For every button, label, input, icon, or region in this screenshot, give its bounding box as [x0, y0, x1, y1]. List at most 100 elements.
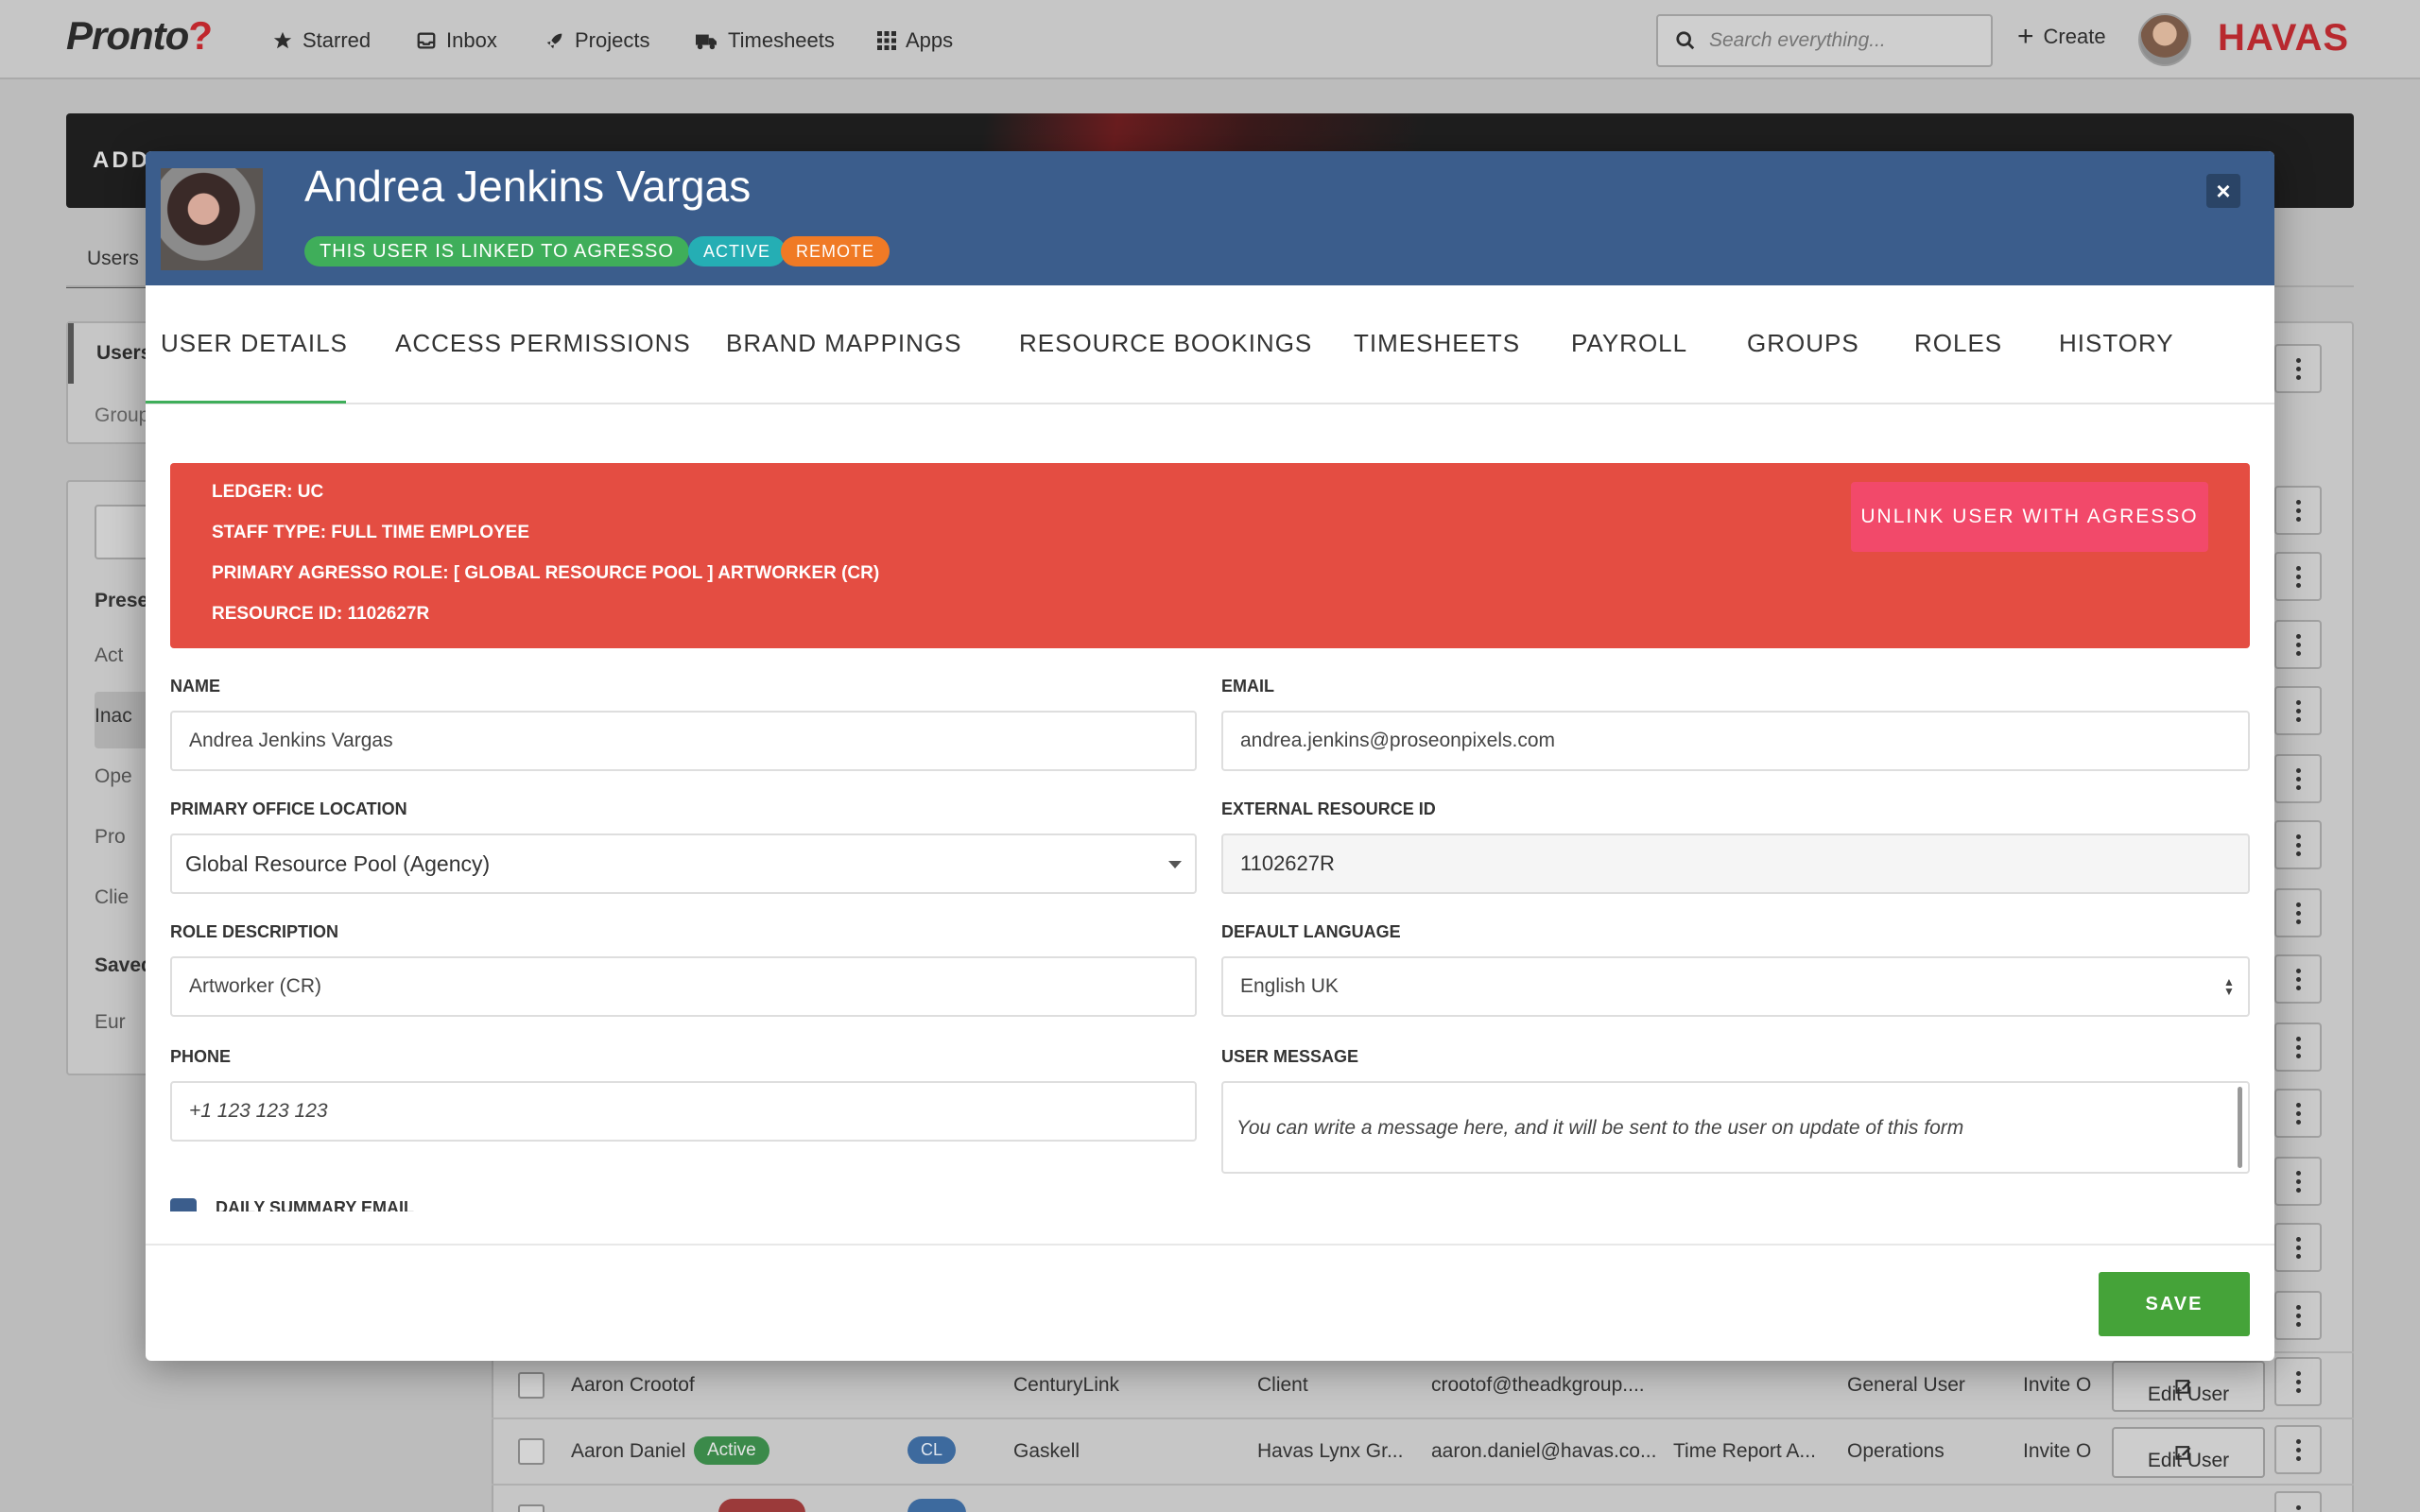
saved-heading: Saved: [95, 954, 153, 976]
saved-filter-item[interactable]: Eur: [95, 1011, 126, 1034]
top-navigation: Pronto? Starred Inbox Projects Timesheet…: [0, 0, 2420, 79]
filter-item[interactable]: Ope: [95, 765, 132, 788]
nav-apps-label: Apps: [906, 28, 954, 52]
row-checkbox[interactable]: [518, 1438, 544, 1465]
tab-user-details[interactable]: USER DETAILS: [161, 329, 348, 358]
save-button[interactable]: SAVE: [2099, 1272, 2250, 1336]
grid-icon: [877, 31, 896, 50]
row-checkbox[interactable]: [518, 1504, 544, 1512]
user-role: Operations: [1847, 1440, 1945, 1462]
table-row[interactable]: Aaron Daniel Active CL Gaskell Havas Lyn…: [492, 1418, 2354, 1484]
edit-user-button[interactable]: Edit User: [2112, 1427, 2265, 1478]
user-type: Havas Lynx Gr...: [1257, 1440, 1404, 1462]
nav-projects-label: Projects: [575, 28, 650, 52]
more-icon[interactable]: [2274, 820, 2322, 869]
nav-starred-label: Starred: [302, 28, 372, 52]
status-badge: [718, 1499, 805, 1512]
tab-groups[interactable]: GROUPS: [1747, 329, 1859, 358]
tab-roles[interactable]: ROLES: [1914, 329, 2002, 358]
ledger-text: LEDGER: UC: [212, 482, 324, 502]
user-avatar[interactable]: [2138, 13, 2191, 66]
star-icon: [273, 31, 292, 49]
inbox-icon: [417, 32, 436, 49]
search-input[interactable]: [1709, 29, 1974, 52]
tab-resource-bookings[interactable]: RESOURCE BOOKINGS: [1019, 329, 1312, 358]
rocket-icon: [546, 33, 562, 49]
brand-code-badge: CL: [908, 1436, 957, 1464]
language-select[interactable]: English UK ▲ ▼: [1221, 956, 2250, 1017]
modal-tabs: USER DETAILS ACCESS PERMISSIONS BRAND MA…: [146, 285, 2274, 404]
company: CenturyLink: [1013, 1374, 1120, 1396]
nav-projects[interactable]: Projects: [544, 25, 649, 57]
tab-timesheets[interactable]: TIMESHEETS: [1354, 329, 1520, 358]
filter-item[interactable]: Inac: [95, 705, 132, 728]
banner-title: ADD: [93, 147, 150, 173]
plus-icon: +: [2017, 21, 2034, 52]
office-location-select[interactable]: Global Resource Pool (Agency): [170, 833, 1197, 894]
office-location-label: PRIMARY OFFICE LOCATION: [170, 799, 407, 818]
nav-apps[interactable]: Apps: [877, 25, 953, 57]
language-value: English UK: [1240, 975, 1339, 997]
edit-user-label: Edit User: [2147, 1383, 2230, 1405]
phone-field[interactable]: +1 123 123 123: [170, 1081, 1197, 1142]
more-icon[interactable]: [2274, 754, 2322, 803]
tab-access-permissions[interactable]: ACCESS PERMISSIONS: [395, 329, 691, 358]
sidebar-item-groups[interactable]: Group: [95, 404, 149, 427]
daily-summary-checkbox[interactable]: [170, 1198, 197, 1211]
user-email: crootof@theadkgroup....: [1431, 1374, 1645, 1396]
more-icon[interactable]: [2274, 620, 2322, 669]
email-field[interactable]: andrea.jenkins@proseonpixels.com: [1221, 711, 2250, 771]
row-checkbox[interactable]: [518, 1372, 544, 1399]
filter-item[interactable]: Act: [95, 644, 123, 667]
search-icon: [1676, 31, 1695, 50]
nav-inbox[interactable]: Inbox: [416, 25, 497, 57]
email-label: EMAIL: [1221, 677, 1274, 696]
nav-starred[interactable]: Starred: [272, 25, 371, 57]
table-row[interactable]: [492, 1484, 2354, 1512]
more-icon[interactable]: [2274, 1291, 2322, 1340]
scrollbar[interactable]: [2238, 1087, 2242, 1168]
more-icon[interactable]: [2274, 1089, 2322, 1138]
more-icon[interactable]: [2274, 1157, 2322, 1206]
user-role: General User: [1847, 1374, 1965, 1396]
global-search[interactable]: [1656, 14, 1993, 67]
more-icon[interactable]: [2274, 1223, 2322, 1272]
more-icon[interactable]: [2274, 954, 2322, 1004]
create-button[interactable]: + Create: [2017, 21, 2106, 52]
report-group: Time Report A...: [1673, 1440, 1816, 1462]
tab-brand-mappings[interactable]: BRAND MAPPINGS: [726, 329, 962, 358]
phone-label: PHONE: [170, 1047, 232, 1066]
more-icon[interactable]: [2274, 344, 2322, 393]
invite-status: Invite O: [2023, 1374, 2092, 1396]
havas-logo: HAVAS: [2218, 17, 2350, 59]
table-row[interactable]: Aaron Crootof CenturyLink Client crootof…: [492, 1351, 2354, 1418]
pronto-logo[interactable]: Pronto?: [66, 13, 213, 59]
nav-timesheets[interactable]: Timesheets: [694, 25, 835, 57]
name-label: NAME: [170, 677, 220, 696]
filter-item[interactable]: Pro: [95, 826, 126, 849]
more-icon[interactable]: [2274, 486, 2322, 535]
close-icon[interactable]: ×: [2206, 174, 2240, 208]
more-icon[interactable]: [2274, 1022, 2322, 1072]
sort-arrows-icon: ▲ ▼: [2223, 975, 2235, 998]
tab-payroll[interactable]: PAYROLL: [1571, 329, 1687, 358]
more-icon[interactable]: [2274, 888, 2322, 937]
primary-role-text: PRIMARY AGRESSO ROLE: [ GLOBAL RESOURCE …: [212, 563, 880, 583]
more-icon[interactable]: [2274, 686, 2322, 735]
filter-item[interactable]: Clie: [95, 886, 129, 909]
more-icon[interactable]: [2274, 552, 2322, 601]
role-description-field[interactable]: Artworker (CR): [170, 956, 1197, 1017]
modal-title: Andrea Jenkins Vargas: [304, 162, 752, 211]
nav-inbox-label: Inbox: [446, 28, 497, 52]
agresso-linked-badge: THIS USER IS LINKED TO AGRESSO: [304, 236, 689, 266]
edit-user-button[interactable]: Edit User: [2112, 1361, 2265, 1412]
name-field[interactable]: Andrea Jenkins Vargas: [170, 711, 1197, 771]
tab-history[interactable]: HISTORY: [2059, 329, 2174, 358]
user-type: Client: [1257, 1374, 1308, 1396]
modal-footer-divider: [146, 1244, 2274, 1246]
role-description-label: ROLE DESCRIPTION: [170, 922, 339, 941]
external-id-field[interactable]: 1102627R: [1221, 833, 2250, 894]
company: Gaskell: [1013, 1440, 1080, 1462]
unlink-agresso-button[interactable]: UNLINK USER WITH AGRESSO: [1851, 482, 2208, 552]
user-message-textarea[interactable]: You can write a message here, and it wil…: [1221, 1081, 2250, 1174]
